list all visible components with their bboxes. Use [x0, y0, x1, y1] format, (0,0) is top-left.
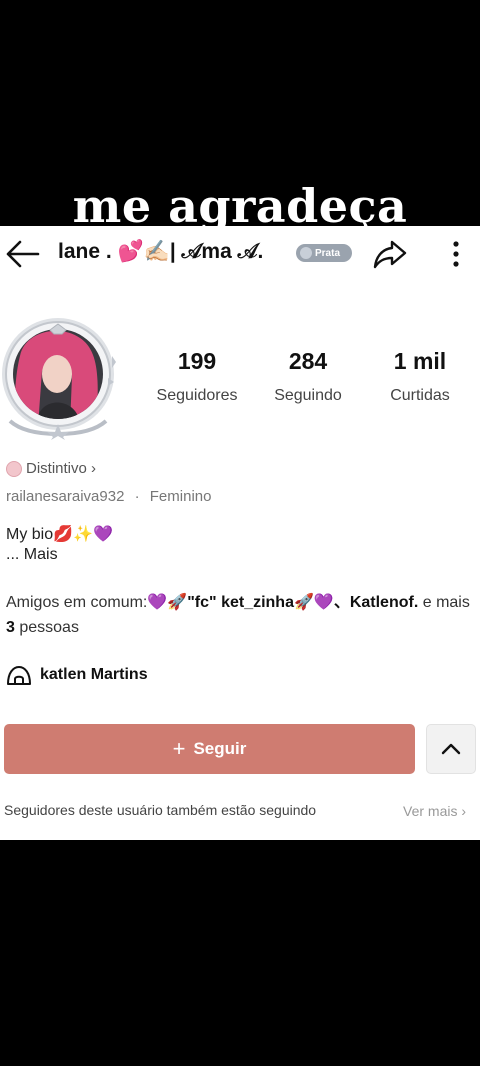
see-more-link[interactable]: Ver mais › — [403, 803, 466, 819]
mutual-prefix: Amigos em comum: — [6, 594, 148, 611]
back-arrow-icon[interactable] — [4, 238, 40, 270]
expand-suggestions-button[interactable] — [426, 724, 476, 774]
avatar[interactable] — [0, 316, 124, 440]
separator: · — [134, 488, 140, 505]
following-stat[interactable]: 284 Seguindo — [258, 348, 358, 405]
mutual-suffix: pessoas — [14, 619, 79, 636]
username: railanesaraiva932 — [6, 488, 125, 505]
follow-label: Seguir — [193, 739, 247, 758]
following-count: 284 — [288, 348, 328, 374]
followers-label: Seguidores — [156, 387, 238, 404]
top-bar: lane . 💕✍🏻| 𝒜ma 𝒜. Prata — [0, 226, 480, 282]
likes-stat[interactable]: 1 mil Curtidas — [370, 348, 470, 405]
gender: Feminino — [149, 488, 212, 505]
following-label: Seguindo — [274, 387, 342, 404]
plus-icon: + — [172, 736, 186, 761]
mutual-count: 3 — [6, 619, 15, 636]
likes-count: 1 mil — [393, 348, 447, 374]
likes-label: Curtidas — [390, 387, 450, 404]
igloo-icon — [6, 664, 32, 686]
more-options-icon[interactable] — [446, 236, 466, 272]
chevron-up-icon — [441, 743, 461, 755]
mutual-friends[interactable]: Amigos em comum:💜🚀"fc" ket_zinha🚀💜、Katle… — [6, 590, 474, 640]
profile-screen: lane . 💕✍🏻| 𝒜ma 𝒜. Prata 199 Seguidores … — [0, 226, 480, 840]
share-icon[interactable] — [372, 236, 408, 272]
bio-text: My bio💋✨💜 — [6, 526, 113, 543]
level-badge[interactable]: Prata — [296, 244, 352, 262]
suggestions-heading: Seguidores deste usuário também estão se… — [4, 802, 317, 818]
video-caption: me agradeça — [72, 179, 408, 233]
bio-more-link[interactable]: ... Mais — [6, 546, 58, 564]
badge-link[interactable]: Distintivo › — [6, 460, 96, 477]
profile-title: lane . 💕✍🏻| 𝒜ma 𝒜. — [58, 240, 264, 263]
followers-stat[interactable]: 199 Seguidores — [147, 348, 247, 405]
linked-profile-name: katlen Martins — [40, 666, 148, 683]
mutual-names: 💜🚀"fc" ket_zinha🚀💜、Katlenof. — [147, 594, 419, 611]
follow-button[interactable]: + Seguir — [4, 724, 415, 774]
followers-count: 199 — [177, 348, 217, 374]
mutual-mid: e mais — [418, 594, 470, 611]
badge-label: Prata — [315, 247, 341, 259]
linked-profile[interactable]: katlen Martins — [6, 664, 148, 686]
badge-link-label: Distintivo › — [26, 460, 97, 477]
badge-icon — [300, 247, 312, 259]
badge-circle-icon — [6, 460, 22, 477]
username-line: railanesaraiva932 · Feminino — [6, 488, 211, 505]
